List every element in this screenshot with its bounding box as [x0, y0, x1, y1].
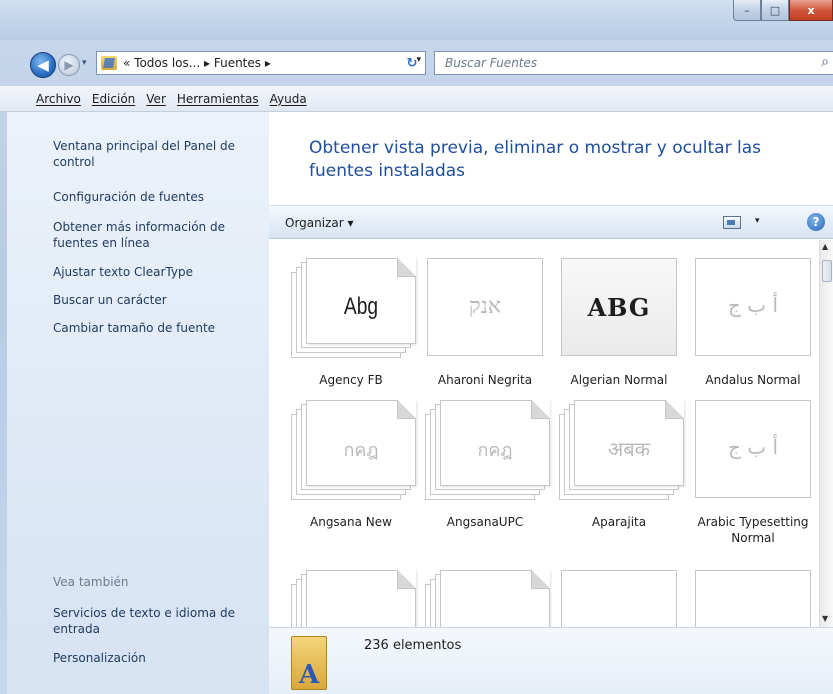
page-front: أ ب ج: [695, 258, 811, 356]
task-link-cleartype[interactable]: Ajustar texto ClearType: [53, 264, 253, 280]
view-dropdown-icon[interactable]: ▾: [755, 216, 760, 226]
fonts-folder-icon: [101, 56, 117, 70]
font-sample: أ ب ج: [727, 435, 778, 459]
font-preview: [559, 570, 679, 627]
font-sample: अबक: [607, 437, 651, 461]
font-tile-algerian[interactable]: ABG Algerian Normal: [553, 258, 685, 388]
font-preview: ABG: [559, 258, 679, 358]
font-sample: ABG: [587, 293, 651, 322]
font-name: Aharoni Negrita: [437, 373, 533, 387]
change-view-icon[interactable]: [723, 216, 741, 229]
font-preview: أ ب ج: [693, 258, 813, 358]
title-bar: – □ x: [0, 0, 833, 40]
font-name: Algerian Normal: [570, 373, 668, 387]
menu-ayuda[interactable]: Ayuda: [270, 92, 307, 106]
search-input[interactable]: Buscar Fuentes ⌕: [434, 51, 833, 75]
font-sample: กคฎ: [343, 440, 379, 461]
caption-buttons: – □ x: [733, 0, 833, 22]
font-tile-partial[interactable]: [419, 570, 551, 627]
search-placeholder: Buscar Fuentes: [445, 56, 538, 70]
font-tile-partial[interactable]: [687, 570, 819, 627]
page-front: [561, 570, 677, 627]
see-also-link-text-services[interactable]: Servicios de texto e idioma de entrada: [53, 605, 253, 637]
page-front: กคฎ: [306, 400, 416, 486]
font-tile-angsana-new[interactable]: กคฎ Angsana New: [285, 400, 417, 530]
page-front: ABG: [561, 258, 677, 356]
fonts-folder-icon: A: [291, 636, 331, 692]
scroll-thumb[interactable]: [822, 260, 832, 282]
page-front: [695, 570, 811, 627]
font-tile-partial[interactable]: [285, 570, 417, 627]
font-tile-arabic-typesetting[interactable]: أ ب ج Arabic Typesetting Normal: [687, 400, 819, 546]
font-name: Arabic Typesetting Normal: [697, 515, 809, 545]
page-front: אנק: [427, 258, 543, 356]
address-bar[interactable]: « Todos los... ▸ Fuentes ▸ ▾: [96, 51, 426, 75]
page-front: กคฎ: [440, 400, 550, 486]
menu-herramientas[interactable]: Herramientas: [177, 92, 259, 106]
details-pane: A 236 elementos: [269, 627, 833, 694]
font-name: Agency FB: [319, 373, 383, 387]
page-front: Abg: [306, 258, 416, 344]
font-preview: [425, 570, 550, 627]
see-also-link-personalization[interactable]: Personalización: [53, 650, 253, 666]
menu-ver[interactable]: Ver: [146, 92, 166, 106]
font-preview: אנק: [425, 258, 545, 358]
font-sample: אנק: [468, 294, 502, 319]
vertical-scrollbar[interactable]: ▲ ▼: [819, 240, 833, 627]
help-icon[interactable]: ?: [807, 213, 825, 231]
page-front: [306, 570, 416, 627]
font-tile-partial[interactable]: [553, 570, 685, 627]
font-preview: अबक: [559, 400, 684, 500]
maximize-button[interactable]: □: [761, 0, 789, 21]
font-name: AngsanaUPC: [446, 515, 524, 529]
font-name: Andalus Normal: [705, 373, 801, 387]
font-sample: أ ب ج: [727, 293, 778, 317]
font-tile-andalus[interactable]: أ ب ج Andalus Normal: [687, 258, 819, 388]
menu-bar: Archivo Edición Ver Herramientas Ayuda: [0, 86, 833, 112]
fonts-letter-glyph: A: [299, 660, 320, 690]
search-icon[interactable]: ⌕: [821, 54, 829, 70]
task-link-font-settings[interactable]: Configuración de fuentes: [53, 189, 253, 205]
forward-button[interactable]: ▶: [58, 54, 80, 76]
task-link-control-panel-home[interactable]: Ventana principal del Panel de control: [53, 138, 253, 170]
scroll-up-icon[interactable]: ▲: [822, 242, 828, 251]
font-preview: กคฎ: [425, 400, 550, 500]
font-preview: [291, 570, 416, 627]
page-front: अबक: [574, 400, 684, 486]
minimize-button[interactable]: –: [733, 0, 761, 21]
organize-button[interactable]: Organizar ▾: [285, 216, 354, 230]
font-tile-angsanaupc[interactable]: กคฎ AngsanaUPC: [419, 400, 551, 530]
font-tile-aparajita[interactable]: अबक Aparajita: [553, 400, 685, 530]
font-name: Angsana New: [310, 515, 392, 529]
scroll-down-icon[interactable]: ▼: [822, 614, 828, 623]
command-bar: Organizar ▾ ▾ ?: [269, 205, 833, 239]
font-tile-aharoni[interactable]: אנק Aharoni Negrita: [419, 258, 551, 388]
navigation-bar: ◀ ▶ ▾ « Todos los... ▸ Fuentes ▸ ▾ ↻ Bus…: [0, 40, 833, 86]
recent-pages-button[interactable]: ▾: [82, 58, 87, 68]
font-preview: กคฎ: [291, 400, 416, 500]
page-title: Obtener vista previa, eliminar o mostrar…: [309, 138, 761, 181]
breadcrumb[interactable]: « Todos los... ▸ Fuentes ▸: [123, 56, 271, 70]
font-preview: [693, 570, 813, 627]
font-sample: Abg: [343, 293, 379, 320]
back-button[interactable]: ◀: [30, 52, 56, 78]
font-tile-agency-fb[interactable]: Abg Agency FB: [285, 258, 417, 388]
page-front: [440, 570, 550, 627]
close-button[interactable]: x: [789, 0, 833, 21]
task-link-find-character[interactable]: Buscar un carácter: [53, 292, 253, 308]
refresh-button[interactable]: ↻: [398, 51, 426, 75]
font-grid: Abg Agency FB אנק Aharoni Negrita ABG Al…: [269, 240, 819, 627]
font-sample: กคฎ: [477, 440, 513, 461]
menu-archivo[interactable]: Archivo: [36, 92, 81, 106]
task-link-fonts-online[interactable]: Obtener más información de fuentes en lí…: [53, 219, 253, 251]
menu-edicion[interactable]: Edición: [92, 92, 135, 106]
font-preview: أ ب ج: [693, 400, 813, 500]
item-count: 236 elementos: [364, 638, 462, 653]
page-front: أ ب ج: [695, 400, 811, 498]
see-also-title: Vea también: [53, 575, 129, 589]
task-link-change-font-size[interactable]: Cambiar tamaño de fuente: [53, 320, 253, 336]
font-preview: Abg: [291, 258, 416, 358]
font-name: Aparajita: [591, 515, 647, 529]
